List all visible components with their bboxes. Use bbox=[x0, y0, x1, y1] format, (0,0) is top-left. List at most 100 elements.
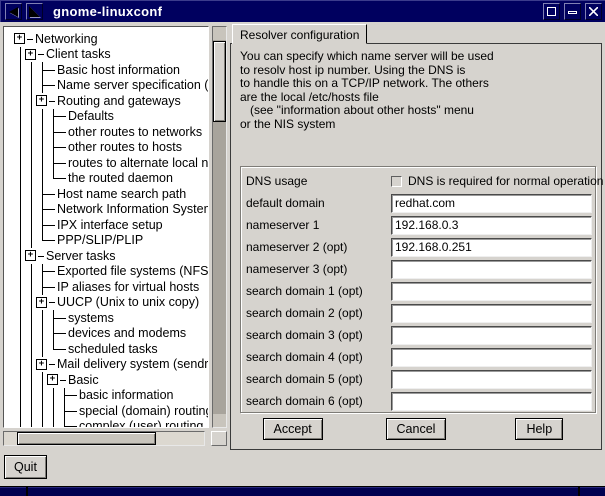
tree-item[interactable]: PPP/SLIP/PLIP bbox=[14, 233, 208, 249]
maximize-button[interactable] bbox=[543, 3, 560, 20]
tree-branch-line bbox=[25, 62, 36, 78]
horizontal-scroll-thumb[interactable] bbox=[17, 432, 156, 445]
tree-item[interactable]: other routes to hosts bbox=[14, 140, 208, 156]
tree-item[interactable]: +UUCP (Unix to unix copy) bbox=[14, 295, 208, 311]
expander-icon[interactable]: + bbox=[47, 374, 58, 385]
tree-branch-line bbox=[14, 403, 25, 419]
tree-branch-line bbox=[14, 279, 25, 295]
tree-item[interactable]: +Routing and gateways bbox=[14, 93, 208, 109]
dns-required-checkbox[interactable]: DNS is required for normal operation bbox=[391, 174, 603, 188]
tree-item[interactable]: scheduled tasks bbox=[14, 341, 208, 357]
tree-connector bbox=[58, 403, 77, 419]
minimize-button[interactable] bbox=[564, 3, 581, 20]
tree-item-label: routes to alternate local ne bbox=[68, 156, 209, 170]
tree-item[interactable]: +Basic bbox=[14, 372, 208, 388]
checkbox-icon[interactable] bbox=[391, 176, 402, 187]
expander-icon[interactable]: + bbox=[25, 49, 36, 60]
expander-icon[interactable]: + bbox=[14, 33, 25, 44]
expander-icon[interactable]: + bbox=[25, 250, 36, 261]
tree-item[interactable]: systems bbox=[14, 310, 208, 326]
tab-resolver-configuration[interactable]: Resolver configuration bbox=[232, 24, 367, 44]
tree-branch-line bbox=[14, 109, 25, 125]
tree-item-label: Basic host information bbox=[57, 63, 180, 77]
nameserver-2-opt-field[interactable] bbox=[391, 238, 592, 257]
tree-branch-line bbox=[25, 419, 36, 429]
tree-item[interactable]: Basic host information bbox=[14, 62, 208, 78]
tree-branch-line bbox=[36, 419, 47, 429]
form-row-label: search domain 3 (opt) bbox=[246, 328, 391, 342]
tree-branch-line bbox=[25, 233, 36, 249]
search-domain-6-opt-field[interactable] bbox=[391, 392, 592, 411]
tree-item[interactable]: IP aliases for virtual hosts bbox=[14, 279, 208, 295]
tree-item[interactable]: Network Information System bbox=[14, 202, 208, 218]
cancel-button[interactable]: Cancel bbox=[386, 418, 447, 440]
close-button[interactable] bbox=[585, 3, 602, 20]
tree-branch-line bbox=[14, 62, 25, 78]
search-domain-2-opt-field[interactable] bbox=[391, 304, 592, 323]
tree-item[interactable]: the routed daemon bbox=[14, 171, 208, 187]
tree-item[interactable]: devices and modems bbox=[14, 326, 208, 342]
tree-item[interactable]: Host name search path bbox=[14, 186, 208, 202]
form-row: search domain 1 (opt) bbox=[246, 280, 592, 302]
tree-branch-line bbox=[14, 233, 25, 249]
tree-item[interactable]: +Mail delivery system (sendr bbox=[14, 357, 208, 373]
tree-item-label: other routes to hosts bbox=[68, 140, 182, 154]
tree-vertical-scrollbar[interactable] bbox=[212, 26, 227, 428]
quit-button[interactable]: Quit bbox=[4, 455, 47, 479]
panel-button-row: Accept Cancel Help bbox=[231, 418, 601, 442]
search-domain-5-opt-field[interactable] bbox=[391, 370, 592, 389]
tree-item[interactable]: complex (user) routing bbox=[14, 419, 208, 429]
tree-branch-line bbox=[14, 124, 25, 140]
form-row: nameserver 2 (opt) bbox=[246, 236, 592, 258]
default-domain-field[interactable] bbox=[391, 194, 592, 213]
tree-item[interactable]: +Networking bbox=[14, 31, 208, 47]
tree-item-label: complex (user) routing bbox=[79, 419, 203, 428]
search-domain-1-opt-field[interactable] bbox=[391, 282, 592, 301]
tree-expander-cell: + bbox=[36, 93, 55, 109]
search-domain-3-opt-field[interactable] bbox=[391, 326, 592, 345]
form-row-label: nameserver 3 (opt) bbox=[246, 262, 391, 276]
tree-expander-cell: + bbox=[36, 357, 55, 373]
tree-branch-line bbox=[25, 155, 36, 171]
help-button[interactable]: Help bbox=[515, 418, 563, 440]
scroll-left-icon[interactable] bbox=[4, 432, 17, 445]
form-row: search domain 2 (opt) bbox=[246, 302, 592, 324]
tree-branch-line bbox=[25, 279, 36, 295]
tree-item[interactable]: other routes to networks bbox=[14, 124, 208, 140]
tree-item[interactable]: IPX interface setup bbox=[14, 217, 208, 233]
tree-branch-line bbox=[36, 171, 47, 187]
tree-item-label: Network Information System bbox=[57, 202, 209, 216]
tree-branch-line bbox=[25, 295, 36, 311]
shade-icon bbox=[29, 6, 40, 17]
form-row: search domain 6 (opt) bbox=[246, 390, 592, 412]
tree-horizontal-scrollbar[interactable] bbox=[3, 431, 205, 446]
tree-item[interactable]: routes to alternate local ne bbox=[14, 155, 208, 171]
scroll-right-icon[interactable] bbox=[191, 432, 204, 445]
tree-item[interactable]: Exported file systems (NFS) bbox=[14, 264, 208, 280]
tree-branch-line bbox=[14, 202, 25, 218]
tree-item[interactable]: +Server tasks bbox=[14, 248, 208, 264]
scroll-down-icon[interactable] bbox=[213, 414, 226, 427]
tree-item[interactable]: basic information bbox=[14, 388, 208, 404]
expander-icon[interactable]: + bbox=[36, 95, 47, 106]
window-menu-button[interactable] bbox=[5, 3, 22, 20]
tree-expander-cell: + bbox=[36, 295, 55, 311]
tree-item-label: scheduled tasks bbox=[68, 342, 158, 356]
window-shade-button[interactable] bbox=[26, 3, 43, 20]
tree-item[interactable]: special (domain) routing bbox=[14, 403, 208, 419]
vertical-scroll-thumb[interactable] bbox=[213, 41, 226, 122]
nameserver-1-field[interactable] bbox=[391, 216, 592, 235]
form-row: DNS usageDNS is required for normal oper… bbox=[246, 170, 592, 192]
expander-icon[interactable]: + bbox=[36, 359, 47, 370]
tree-branch-line bbox=[36, 372, 47, 388]
tree-item[interactable]: Name server specification ( bbox=[14, 78, 208, 94]
scroll-up-icon[interactable] bbox=[213, 27, 226, 40]
tree-item-label: basic information bbox=[79, 388, 174, 402]
search-domain-4-opt-field[interactable] bbox=[391, 348, 592, 367]
tree-item[interactable]: Defaults bbox=[14, 109, 208, 125]
accept-button[interactable]: Accept bbox=[263, 418, 323, 440]
expander-icon[interactable]: + bbox=[36, 297, 47, 308]
tree-item[interactable]: +Client tasks bbox=[14, 47, 208, 63]
nameserver-3-opt-field[interactable] bbox=[391, 260, 592, 279]
tree-branch-line bbox=[14, 341, 25, 357]
